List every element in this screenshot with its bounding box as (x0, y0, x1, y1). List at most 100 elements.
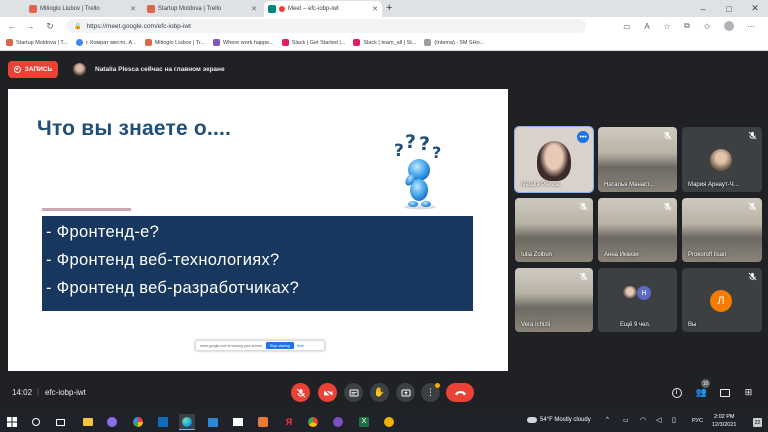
camera-off-icon (323, 388, 332, 397)
activities-icon: ⊞ (744, 387, 753, 397)
slide-bullet: - Фронтенд веб-разработчиках? (46, 279, 300, 297)
favorite-icon[interactable]: ☆ (660, 19, 674, 33)
bookmark-item[interactable]: Startup Moldova | T... (6, 39, 68, 46)
read-aloud-icon[interactable]: A (640, 19, 654, 33)
taskbar-app-edge[interactable] (179, 414, 195, 430)
participant-tile[interactable]: Vera Ichizli (515, 268, 593, 332)
close-icon[interactable]: ✕ (130, 5, 136, 13)
trello-icon (144, 39, 152, 46)
taskbar-app[interactable] (155, 414, 171, 430)
volume-icon[interactable]: ◁ (656, 416, 661, 424)
taskbar-app[interactable]: X (356, 414, 372, 430)
clock[interactable]: 2:02 PM 12/3/2021 (712, 413, 736, 429)
mic-off-icon (296, 388, 305, 397)
menu-icon[interactable]: ⋯ (744, 19, 758, 33)
network-icon[interactable]: ▭ (623, 417, 629, 424)
favorites-list-icon[interactable]: ✩ (700, 19, 714, 33)
svg-text:?: ? (432, 143, 441, 162)
search-button[interactable] (28, 414, 44, 430)
battery-icon[interactable]: ▯ (672, 416, 676, 424)
bookmark-item[interactable]: Mitioglo Liubov | Tr... (144, 39, 205, 46)
taskbar-app[interactable] (381, 414, 397, 430)
maximize-button[interactable]: □ (716, 0, 742, 17)
close-window-button[interactable]: ✕ (742, 0, 768, 17)
google-icon (75, 39, 83, 46)
forward-button[interactable]: → (22, 17, 38, 35)
close-icon[interactable]: ✕ (372, 5, 378, 13)
url-field[interactable]: 🔒 https://meet.google.com/efc-iobp-iwt (66, 19, 586, 33)
thinking-figure-icon: ? ? ? ? (394, 131, 441, 210)
weather-widget[interactable]: 54°F Mostly cloudy (527, 417, 591, 423)
leave-call-button[interactable] (446, 383, 474, 402)
close-icon[interactable]: ✕ (251, 5, 257, 13)
recording-button[interactable]: ЗАПИСЬ (8, 61, 58, 78)
tab-mitioglo[interactable]: Mitioglo Liubov | Trello ✕ (25, 1, 140, 17)
raise-hand-button[interactable]: ✋ (370, 383, 389, 402)
bookmark-item[interactable]: Slack | team_all | St... (353, 39, 416, 46)
participant-name: Вы (688, 322, 697, 328)
stop-sharing-button[interactable]: Stop sharing (266, 342, 294, 349)
participant-tile[interactable]: Анна Иккизи (598, 198, 677, 262)
cloud-icon (527, 417, 537, 423)
bookmarks-bar: Startup Moldova | T... г. Комрат место, … (0, 35, 768, 51)
mic-off-icon (662, 130, 673, 141)
slide-bullet: - Фронтенд веб-технологиях? (46, 251, 280, 269)
svg-text:?: ? (405, 131, 416, 153)
hide-button[interactable]: Hide (297, 344, 304, 348)
more-options-icon[interactable]: ••• (577, 131, 589, 143)
participant-tile[interactable]: Наталья Манаст... (598, 127, 677, 192)
collections-icon[interactable]: ⧉ (680, 19, 694, 33)
taskbar-app[interactable]: Я (281, 414, 297, 430)
taskbar-app[interactable] (80, 414, 96, 430)
mic-toggle-button[interactable] (291, 383, 310, 402)
bookmark-item[interactable]: Where work happe... (213, 39, 274, 46)
back-button[interactable]: ← (4, 17, 20, 35)
camera-toggle-button[interactable] (318, 383, 337, 402)
taskbar-app[interactable] (230, 414, 246, 430)
minimize-button[interactable]: – (690, 0, 716, 17)
reload-button[interactable]: ↻ (42, 17, 58, 35)
taskbar-app[interactable] (104, 414, 120, 430)
present-button[interactable] (396, 383, 415, 402)
chat-button[interactable] (717, 385, 732, 400)
excel-icon: X (359, 417, 369, 427)
language-indicator[interactable]: РУС (692, 418, 703, 424)
trello-icon (6, 39, 13, 46)
taskbar-app[interactable] (330, 414, 346, 430)
edge-icon (182, 416, 192, 427)
notification-center-badge[interactable]: 22 (753, 418, 762, 427)
bookmark-item[interactable]: (Intema) - 5M SHo... (424, 39, 484, 46)
participant-tile[interactable]: Мария Арнаут-Ч... (682, 127, 762, 192)
wifi-icon[interactable]: ◠ (640, 416, 646, 424)
task-view-button[interactable] (52, 414, 68, 430)
profile-icon[interactable] (722, 19, 736, 33)
participant-tile-self[interactable]: Л Вы (682, 268, 762, 332)
participant-tile[interactable]: Iulia Zolbun (515, 198, 593, 262)
windows-start-button[interactable] (4, 414, 20, 430)
mic-off-icon (747, 271, 758, 282)
taskbar-app[interactable] (255, 414, 271, 430)
participant-tile-speaker[interactable]: ••• Natalia Plesca (514, 126, 594, 193)
captions-button[interactable] (344, 383, 363, 402)
hidden-icons-chevron-icon[interactable]: ^ (606, 417, 609, 423)
page-icon (424, 39, 432, 46)
search-icon (32, 418, 40, 426)
camera-icon[interactable]: ▭ (620, 19, 634, 33)
participant-tile[interactable]: Prokorofl Iisan (682, 198, 762, 262)
meeting-time: 14:02 (12, 388, 33, 397)
tab-meet[interactable]: Meet – efc-iobp-iwt ✕ (264, 1, 382, 17)
app-icon (133, 417, 143, 427)
activities-button[interactable]: ⊞ (741, 385, 756, 400)
taskbar-app[interactable] (130, 414, 146, 430)
slack-icon (213, 39, 221, 46)
hang-up-icon (454, 390, 466, 395)
new-tab-button[interactable]: + (386, 2, 392, 14)
bookmark-item[interactable]: Slack | Get Started |... (281, 39, 345, 46)
participant-tile-others[interactable]: Н Ещё 9 чел. (598, 268, 677, 332)
bookmark-item[interactable]: г. Комрат место, А... (75, 39, 137, 46)
tab-startup-moldova[interactable]: Startup Moldova | Trello ✕ (143, 1, 261, 17)
taskbar-app[interactable] (305, 414, 321, 430)
meeting-details-button[interactable]: i (669, 385, 684, 400)
taskbar-app[interactable] (205, 414, 221, 430)
slide-divider (42, 208, 131, 211)
